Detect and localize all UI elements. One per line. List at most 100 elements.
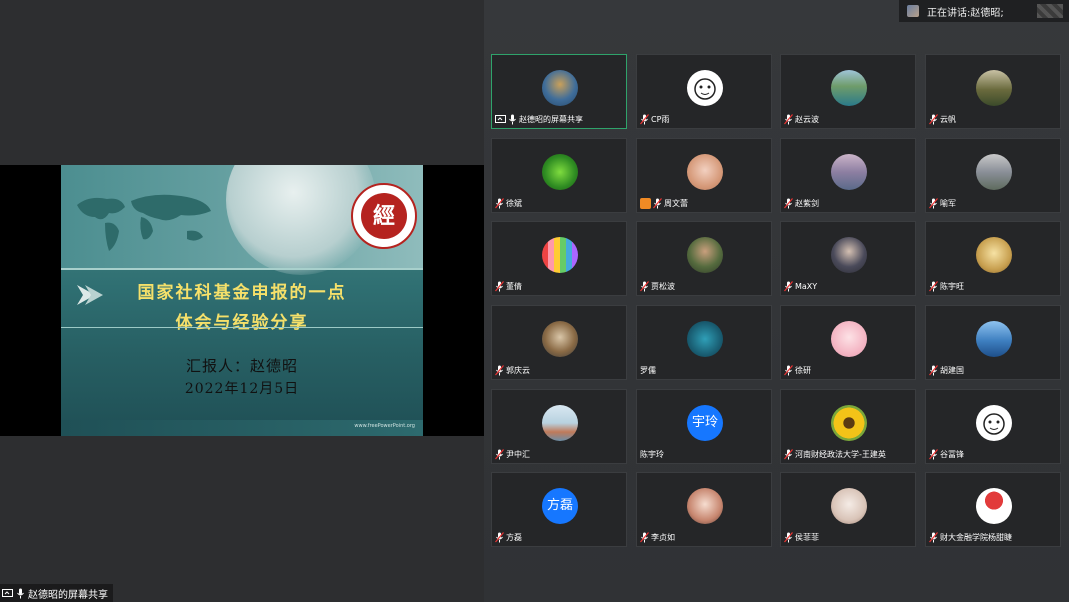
participant-name-bar: 陈宇玲 bbox=[640, 447, 664, 461]
speaking-name: 赵德昭; bbox=[970, 7, 1004, 19]
participant-avatar bbox=[542, 70, 578, 106]
participant-name-bar: 陈宇旺 bbox=[929, 279, 964, 293]
participant-name-bar: 赵紫剑 bbox=[784, 196, 819, 210]
participant-avatar bbox=[831, 488, 867, 524]
participant-avatar bbox=[687, 237, 723, 273]
participant-tile[interactable]: 周文蕾 bbox=[636, 138, 772, 213]
participant-name: 谷冨锋 bbox=[940, 449, 964, 459]
participant-avatar bbox=[831, 405, 867, 441]
participant-avatar bbox=[976, 488, 1012, 524]
participant-tile[interactable]: 徐斌 bbox=[491, 138, 627, 213]
participant-name-bar: 周文蕾 bbox=[640, 196, 688, 210]
participant-tile[interactable]: 赵云波 bbox=[780, 54, 916, 129]
participant-name: 徐斌 bbox=[506, 198, 522, 208]
participant-tile[interactable]: 胡建国 bbox=[925, 305, 1061, 380]
participant-avatar bbox=[976, 321, 1012, 357]
slide-reporter: 汇报人：赵德昭 bbox=[185, 357, 298, 375]
participant-tile[interactable]: 云帆 bbox=[925, 54, 1061, 129]
slide-site-url: www.freePowerPoint.org bbox=[354, 423, 415, 429]
speaker-pattern-icon bbox=[1037, 4, 1063, 18]
slide-divider-2 bbox=[61, 327, 423, 328]
participant-name-bar: 尹中汇 bbox=[495, 447, 530, 461]
participant-tile[interactable]: 李贞如 bbox=[636, 472, 772, 547]
active-speaker-indicator: 正在讲话: 赵德昭; bbox=[899, 0, 1069, 22]
participant-tile[interactable]: 罗儒 bbox=[636, 305, 772, 380]
participant-tile[interactable]: 董倩 bbox=[491, 221, 627, 296]
participant-name: 陈宇旺 bbox=[940, 281, 964, 291]
participant-name-bar: 李贞如 bbox=[640, 530, 675, 544]
participant-tile[interactable]: CP雨 bbox=[636, 54, 772, 129]
participant-tile[interactable]: 尹中汇 bbox=[491, 389, 627, 464]
screen-share-icon bbox=[2, 588, 13, 597]
participant-name-bar: 赵德昭的屏幕共享 bbox=[495, 112, 583, 126]
participant-avatar bbox=[976, 70, 1012, 106]
participant-name-bar: 喻军 bbox=[929, 196, 956, 210]
participant-name-bar: 贾松波 bbox=[640, 279, 675, 293]
participant-name: 云帆 bbox=[940, 114, 956, 124]
participant-name-bar: 财大金融学院杨甜睫 bbox=[929, 530, 1012, 544]
screen-share-pane: 經 国家社科基金申报的一点 体会与经验分享 汇报人：赵德昭 2022年12月5日… bbox=[0, 0, 484, 602]
slide-title-line1: 国家社科基金申报的一点 bbox=[137, 283, 347, 303]
participant-name-bar: CP雨 bbox=[640, 112, 669, 126]
participant-tile[interactable]: 财大金融学院杨甜睫 bbox=[925, 472, 1061, 547]
participant-avatar bbox=[687, 70, 723, 106]
participant-avatar: 宇玲 bbox=[687, 405, 723, 441]
participant-tile[interactable]: 赵德昭的屏幕共享 bbox=[491, 54, 627, 129]
participant-name: 董倩 bbox=[506, 281, 522, 291]
participant-avatar bbox=[687, 488, 723, 524]
participant-tile[interactable]: 河南财经政法大学-王建英 bbox=[780, 389, 916, 464]
participant-tile[interactable]: 徐研 bbox=[780, 305, 916, 380]
participant-name-bar: 侯菲菲 bbox=[784, 530, 819, 544]
participant-tile[interactable]: 贾松波 bbox=[636, 221, 772, 296]
participant-avatar bbox=[687, 321, 723, 357]
participant-avatar bbox=[976, 405, 1012, 441]
participant-avatar bbox=[976, 237, 1012, 273]
participant-avatar bbox=[831, 237, 867, 273]
participant-tile[interactable]: 宇玲陈宇玲 bbox=[636, 389, 772, 464]
share-source-name: 赵德昭的屏幕共享 bbox=[28, 589, 108, 601]
slide-divider bbox=[61, 268, 423, 270]
user-icon bbox=[640, 197, 651, 209]
participant-name: 赵紫剑 bbox=[795, 198, 819, 208]
participant-name-bar: 谷冨锋 bbox=[929, 447, 964, 461]
speaker-avatar bbox=[907, 5, 919, 17]
participant-name-bar: 河南财经政法大学-王建英 bbox=[784, 447, 886, 461]
participant-avatar bbox=[542, 154, 578, 190]
participant-name: 胡建国 bbox=[940, 365, 964, 375]
participant-name: CP雨 bbox=[651, 114, 670, 124]
participant-name: 徐研 bbox=[795, 365, 811, 375]
participant-name: 周文蕾 bbox=[664, 198, 688, 208]
participant-name-bar: 罗儒 bbox=[640, 363, 656, 377]
participant-tile[interactable]: 方磊 方磊 bbox=[491, 472, 627, 547]
participant-name: 方磊 bbox=[506, 532, 522, 542]
participant-name-bar: MaXY bbox=[784, 279, 817, 293]
participant-name-bar: 胡建国 bbox=[929, 363, 964, 377]
participant-name: 陈宇玲 bbox=[640, 449, 664, 459]
shared-screen[interactable]: 經 国家社科基金申报的一点 体会与经验分享 汇报人：赵德昭 2022年12月5日… bbox=[0, 165, 484, 436]
participant-avatar bbox=[976, 154, 1012, 190]
participant-avatar bbox=[542, 405, 578, 441]
participant-name: 李贞如 bbox=[651, 532, 675, 542]
participant-tile[interactable]: 郭庆云 bbox=[491, 305, 627, 380]
world-map-image bbox=[77, 194, 211, 251]
participant-tile[interactable]: MaXY bbox=[780, 221, 916, 296]
participant-name-bar: 方磊 bbox=[495, 530, 522, 544]
participant-tile[interactable]: 喻军 bbox=[925, 138, 1061, 213]
slide-date: 2022年12月5日 bbox=[184, 381, 300, 397]
participant-name: 侯菲菲 bbox=[795, 532, 819, 542]
participant-name-bar: 赵云波 bbox=[784, 112, 819, 126]
participant-tile[interactable]: 赵紫剑 bbox=[780, 138, 916, 213]
participant-tile[interactable]: 谷冨锋 bbox=[925, 389, 1061, 464]
participant-avatar bbox=[831, 70, 867, 106]
participant-name: 财大金融学院杨甜睫 bbox=[940, 532, 1012, 542]
participant-tile[interactable]: 陈宇旺 bbox=[925, 221, 1061, 296]
participant-name-bar: 徐斌 bbox=[495, 196, 522, 210]
university-seal-logo: 經 bbox=[351, 183, 417, 249]
participant-name: 赵德昭的屏幕共享 bbox=[519, 114, 583, 124]
participant-name-bar: 徐研 bbox=[784, 363, 811, 377]
participant-avatar bbox=[542, 321, 578, 357]
speaking-prefix: 正在讲话: bbox=[927, 7, 971, 19]
participant-tile[interactable]: 侯菲菲 bbox=[780, 472, 916, 547]
participant-avatar bbox=[687, 154, 723, 190]
participant-avatar: 方磊 bbox=[542, 488, 578, 524]
